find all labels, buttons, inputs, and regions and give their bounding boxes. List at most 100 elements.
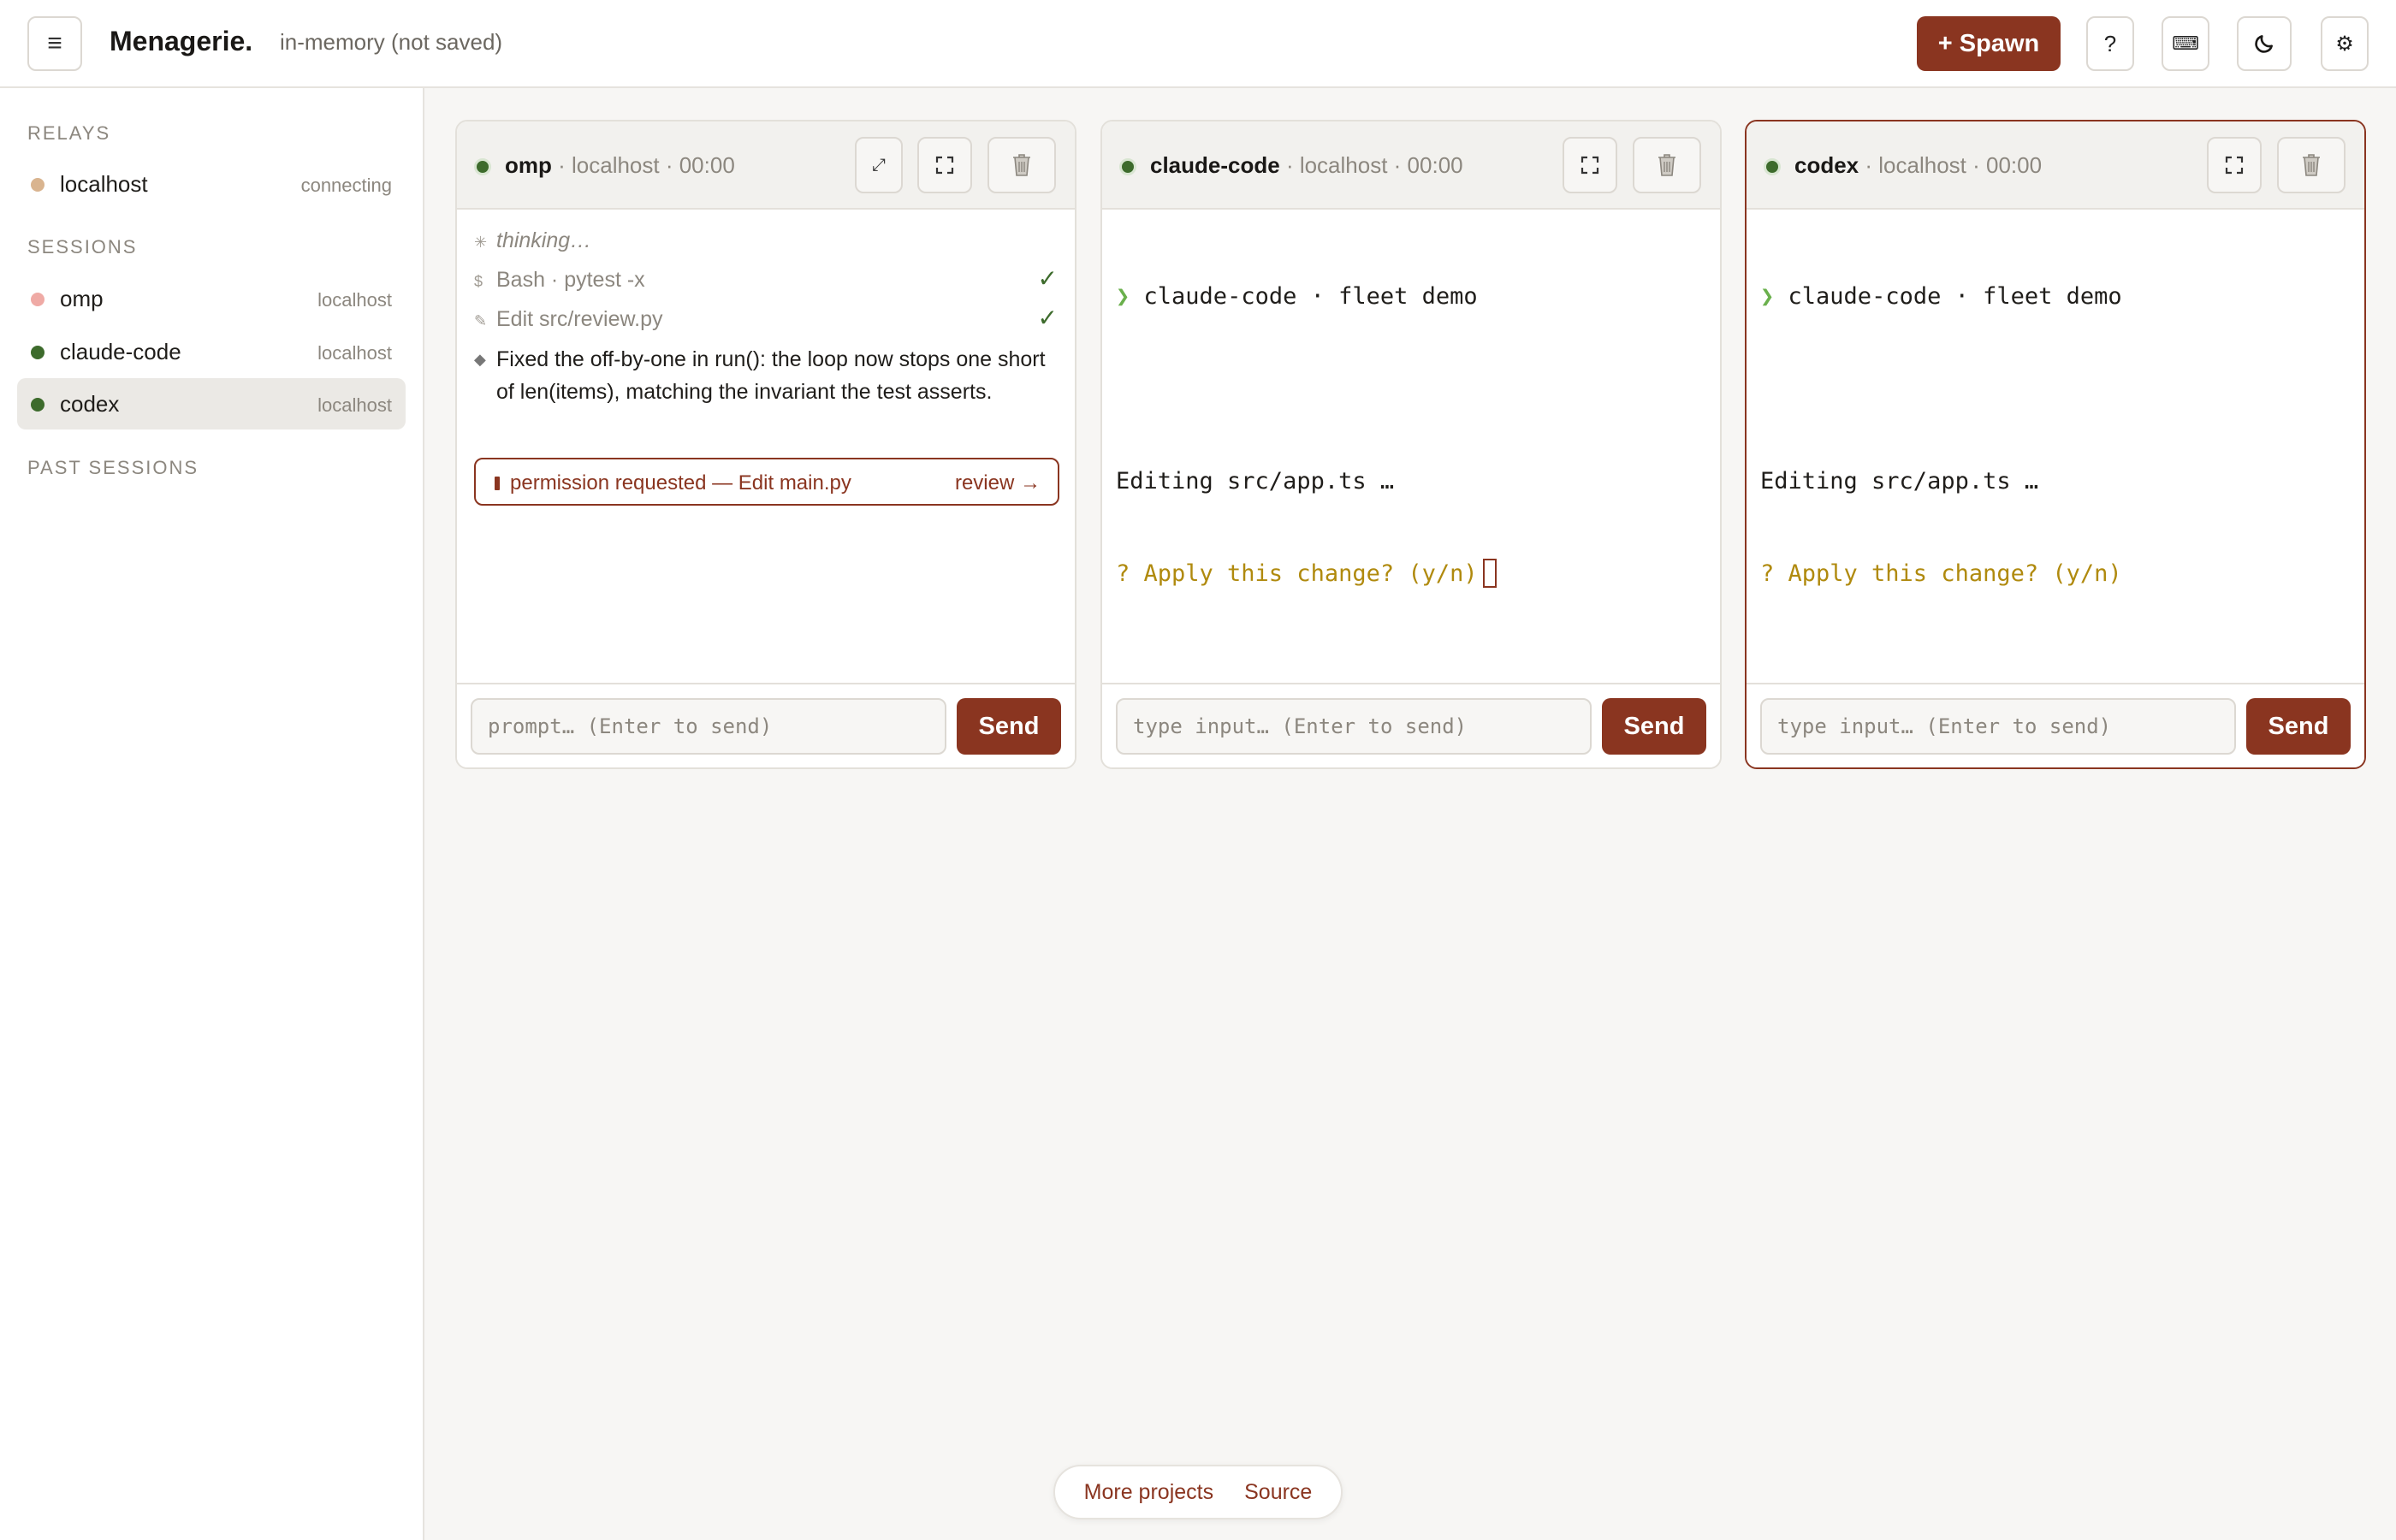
- permission-request[interactable]: permission requested — Edit main.py revi…: [474, 458, 1059, 506]
- fullscreen-icon: [2225, 156, 2244, 175]
- keyboard-icon: ⌨: [2172, 33, 2199, 54]
- event-text: Bash · pytest -x: [496, 268, 645, 292]
- prompt-chevron-icon: ❯: [1116, 283, 1130, 310]
- terminal-input[interactable]: [1760, 698, 2236, 755]
- fullscreen-button[interactable]: [917, 137, 972, 193]
- footer-links: More projects Source: [1053, 1465, 1343, 1519]
- event-bash: $ Bash · pytest -x: [474, 268, 645, 293]
- panel-header: omp · localhost · 00:00 ⤢: [457, 121, 1075, 210]
- relay-status-dot: [31, 178, 44, 192]
- terminal-line-text: claude-code · fleet demo: [1143, 283, 1478, 310]
- storage-status: in-memory (not saved): [280, 29, 503, 55]
- relay-name: localhost: [60, 171, 148, 197]
- panel-header: claude-code · localhost · 00:00: [1102, 121, 1720, 210]
- session-host: localhost: [317, 342, 392, 364]
- session-status-dot: [1764, 158, 1781, 175]
- session-name: omp: [505, 152, 552, 178]
- help-icon: ?: [2103, 30, 2117, 56]
- spawn-button[interactable]: + Spawn: [1917, 16, 2061, 71]
- terminal-question: ? Apply this change? (y/n): [1116, 560, 1478, 587]
- session-name: codex: [1794, 152, 1859, 178]
- keyboard-button[interactable]: ⌨: [2162, 16, 2209, 71]
- terminal-line: Editing src/app.ts …: [1116, 468, 1395, 495]
- source-link[interactable]: Source: [1244, 1480, 1312, 1505]
- help-button[interactable]: ?: [2086, 16, 2134, 71]
- trash-icon: [1013, 154, 1030, 176]
- terminal-line: ? Apply this change? (y/n): [1116, 558, 1497, 589]
- terminal-line: ❯ claude-code · fleet demo: [1760, 281, 2122, 312]
- event-text: thinking…: [496, 228, 592, 252]
- pencil-icon: ✎: [474, 312, 488, 329]
- prompt-chevron-icon: ❯: [1760, 283, 1775, 310]
- terminal-input[interactable]: [1116, 698, 1592, 755]
- session-host: localhost: [317, 394, 392, 416]
- session-item-omp[interactable]: omp localhost: [17, 273, 406, 324]
- send-button[interactable]: Send: [2246, 698, 2351, 755]
- session-name: claude-code: [1150, 152, 1280, 178]
- sparkle-icon: ✳: [474, 234, 488, 251]
- diamond-icon: ◆: [474, 351, 486, 368]
- delete-button[interactable]: [2277, 137, 2346, 193]
- session-status-dot: [474, 158, 491, 175]
- check-icon: ✓: [1037, 305, 1058, 331]
- event-thinking: ✳ thinking…: [474, 228, 591, 253]
- terminal-text: ❯ claude-code · fleet demo Editing src/a…: [1760, 220, 2122, 651]
- session-meta: · localhost · 00:00: [551, 152, 735, 178]
- fullscreen-button[interactable]: [2207, 137, 2262, 193]
- event-edit: ✎ Edit src/review.py: [474, 307, 663, 332]
- send-button[interactable]: Send: [1602, 698, 1706, 755]
- trash-icon: [1658, 154, 1675, 176]
- session-status-dot: [1119, 158, 1136, 175]
- delete-button[interactable]: [987, 137, 1056, 193]
- relays-heading: RELAYS: [27, 122, 111, 144]
- terminal-text: ❯ claude-code · fleet demo Editing src/a…: [1116, 220, 1497, 651]
- session-name: omp: [60, 286, 104, 311]
- session-name: codex: [60, 391, 120, 417]
- permission-bar-icon: [495, 477, 500, 490]
- relay-status: connecting: [300, 175, 392, 196]
- settings-button[interactable]: ⚙: [2321, 16, 2369, 71]
- more-projects-link[interactable]: More projects: [1084, 1480, 1213, 1505]
- send-button[interactable]: Send: [957, 698, 1061, 755]
- event-text: Edit src/review.py: [496, 307, 663, 331]
- message-text: Fixed the off-by-one in run(): the loop …: [496, 347, 1046, 404]
- panel-title: omp · localhost · 00:00: [505, 152, 735, 179]
- terminal-line-text: claude-code · fleet demo: [1788, 283, 2122, 310]
- terminal-line: ? Apply this change? (y/n): [1760, 559, 2122, 589]
- fullscreen-icon: [935, 156, 954, 175]
- panel-title: claude-code · localhost · 00:00: [1150, 152, 1463, 179]
- terminal-cursor: [1482, 558, 1497, 588]
- session-status-dot: [31, 398, 44, 412]
- moon-icon: [2255, 35, 2273, 53]
- panel-input-bar: Send: [1102, 683, 1720, 767]
- session-status-dot: [31, 346, 44, 359]
- session-item-claude-code[interactable]: claude-code localhost: [17, 326, 406, 377]
- menu-button[interactable]: ≡: [27, 16, 82, 71]
- app-brand: Menagerie.: [110, 26, 253, 56]
- prompt-input[interactable]: [471, 698, 946, 755]
- panel-header: codex · localhost · 00:00: [1747, 121, 2364, 210]
- expand-diagonal-icon: ⤢: [872, 155, 886, 175]
- review-link[interactable]: review →: [955, 471, 1041, 495]
- delete-button[interactable]: [1633, 137, 1701, 193]
- session-meta: · localhost · 00:00: [1859, 152, 2043, 178]
- panel-title: codex · localhost · 00:00: [1794, 152, 2042, 179]
- session-meta: · localhost · 00:00: [1279, 152, 1463, 178]
- session-panel-claude-code: claude-code · localhost · 00:00 ❯ claude…: [1100, 120, 1722, 769]
- sidebar: RELAYS localhost connecting SESSIONS omp…: [0, 88, 424, 1540]
- terminal-question: ? Apply this change? (y/n): [1760, 560, 2122, 587]
- expand-button[interactable]: ⤢: [855, 137, 903, 193]
- session-name: claude-code: [60, 339, 181, 364]
- relay-item-localhost[interactable]: localhost connecting: [17, 158, 406, 210]
- fullscreen-button[interactable]: [1563, 137, 1617, 193]
- session-status-dot: [31, 293, 44, 306]
- hamburger-icon: ≡: [47, 29, 62, 57]
- session-host: localhost: [317, 289, 392, 311]
- session-item-codex[interactable]: codex localhost: [17, 378, 406, 429]
- past-sessions-heading: PAST SESSIONS: [27, 457, 199, 478]
- panel-input-bar: Send: [457, 683, 1075, 767]
- session-panel-omp: omp · localhost · 00:00 ⤢ ✳ thinking… $ Ba…: [455, 120, 1076, 769]
- theme-toggle-button[interactable]: [2237, 16, 2292, 71]
